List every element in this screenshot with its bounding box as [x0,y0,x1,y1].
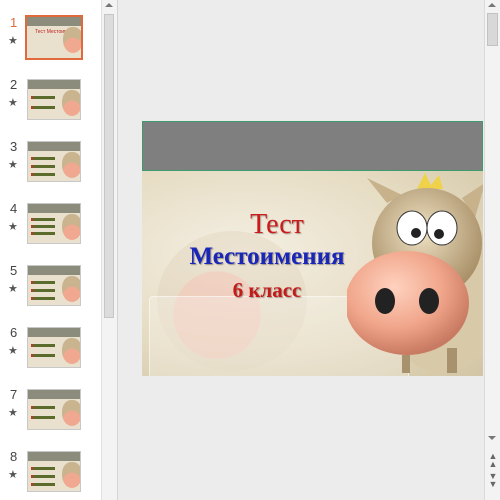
scrollbar-thumb[interactable] [104,14,114,318]
slide-thumbnail[interactable] [27,79,81,120]
thumbnail-row-4[interactable]: 4 ★ [0,202,100,250]
main-vertical-scrollbar[interactable]: ▲ ▲ ▼ ▼ [484,0,500,500]
thumbnail-line [33,467,55,470]
slide-thumbnail-pane: 1 ★ Тест Местоимения 2 ★ 3 ★ 4 ★ 5 ★ 6 ★… [0,0,118,500]
cow-image [62,338,80,364]
thumbnail-line [33,106,55,109]
cow-image [62,462,80,488]
slide-number: 6 [10,325,18,340]
slide-thumbnail[interactable] [27,203,81,244]
cow-image [63,27,81,53]
cow-image [62,152,80,178]
slide-number: 1 [10,15,18,30]
thumbnail-line [33,281,55,284]
star-icon: ★ [8,283,18,295]
slide-thumbnail[interactable] [27,141,81,182]
slide-title-line-2: Местоимения [189,243,345,270]
slide-title-line-1: Тест [250,209,304,240]
scroll-up-icon[interactable] [105,3,113,7]
slide-number: 7 [10,387,18,402]
cow-image [62,90,80,116]
slide-thumbnail[interactable]: Тест Местоимения [25,15,83,60]
slide-thumbnail[interactable] [27,265,81,306]
thumbnail-row-1[interactable]: 1 ★ Тест Местоимения [0,15,100,64]
slide-number: 8 [10,449,18,464]
thumbnail-title-bar [28,266,80,275]
slide-thumbnail[interactable] [27,451,81,492]
double-chevron-up-icon[interactable]: ▲ ▲ [486,452,500,469]
slide-thumbnail[interactable] [27,389,81,430]
thumbnail-title-bar [28,452,80,461]
thumbnail-line [33,344,55,347]
thumbnail-title-bar [27,17,81,26]
thumbnail-line [33,483,55,486]
cow-image [62,400,80,426]
thumbnail-line [33,232,55,235]
star-icon: ★ [8,469,18,481]
star-icon: ★ [8,97,18,109]
cow-image [347,173,483,373]
star-icon: ★ [8,35,18,47]
star-icon: ★ [8,407,18,419]
thumbnail-title-bar [28,142,80,151]
thumbnail-row-3[interactable]: 3 ★ [0,140,100,188]
thumbnail-line [33,475,55,478]
scroll-up-icon[interactable] [488,3,496,7]
star-icon: ★ [8,345,18,357]
thumbnail-line [33,416,55,419]
thumbnail-pane-scrollbar[interactable] [101,0,117,500]
current-slide[interactable]: Тест Местоимения 6 класс [142,121,483,376]
double-chevron-down-icon[interactable]: ▼ ▼ [486,472,500,489]
title-placeholder[interactable] [142,121,483,171]
thumbnail-row-7[interactable]: 7 ★ [0,388,100,436]
slide-title-line-3: 6 класс [232,278,302,302]
thumbnail-line [33,157,55,160]
thumbnail-row-5[interactable]: 5 ★ [0,264,100,312]
thumbnail-line [33,406,55,409]
thumbnail-title-bar [28,390,80,399]
star-icon: ★ [8,159,18,171]
thumbnail-row-6[interactable]: 6 ★ [0,326,100,374]
thumbnail-line [33,354,55,357]
thumbnail-row-2[interactable]: 2 ★ [0,78,100,126]
cow-image [62,214,80,240]
thumbnail-line [33,96,55,99]
cow-image [62,276,80,302]
slide-editing-area: Тест Местоимения 6 класс [118,0,484,500]
thumbnail-title-bar [28,80,80,89]
slide-thumbnail[interactable] [27,327,81,368]
star-icon: ★ [8,221,18,233]
slide-number: 4 [10,201,18,216]
thumbnail-line [33,225,55,228]
scrollbar-thumb[interactable] [487,13,498,46]
thumbnail-line [33,173,55,176]
thumbnail-line [33,297,55,300]
slide-number: 5 [10,263,18,278]
thumbnail-title-bar [28,204,80,213]
thumbnail-title-bar [28,328,80,337]
thumbnail-line [33,165,55,168]
thumbnail-line [33,289,55,292]
thumbnail-row-8[interactable]: 8 ★ [0,450,100,498]
slide-number: 3 [10,139,18,154]
scroll-down-icon[interactable] [488,436,496,440]
thumbnail-line [33,218,55,221]
slide-number: 2 [10,77,18,92]
